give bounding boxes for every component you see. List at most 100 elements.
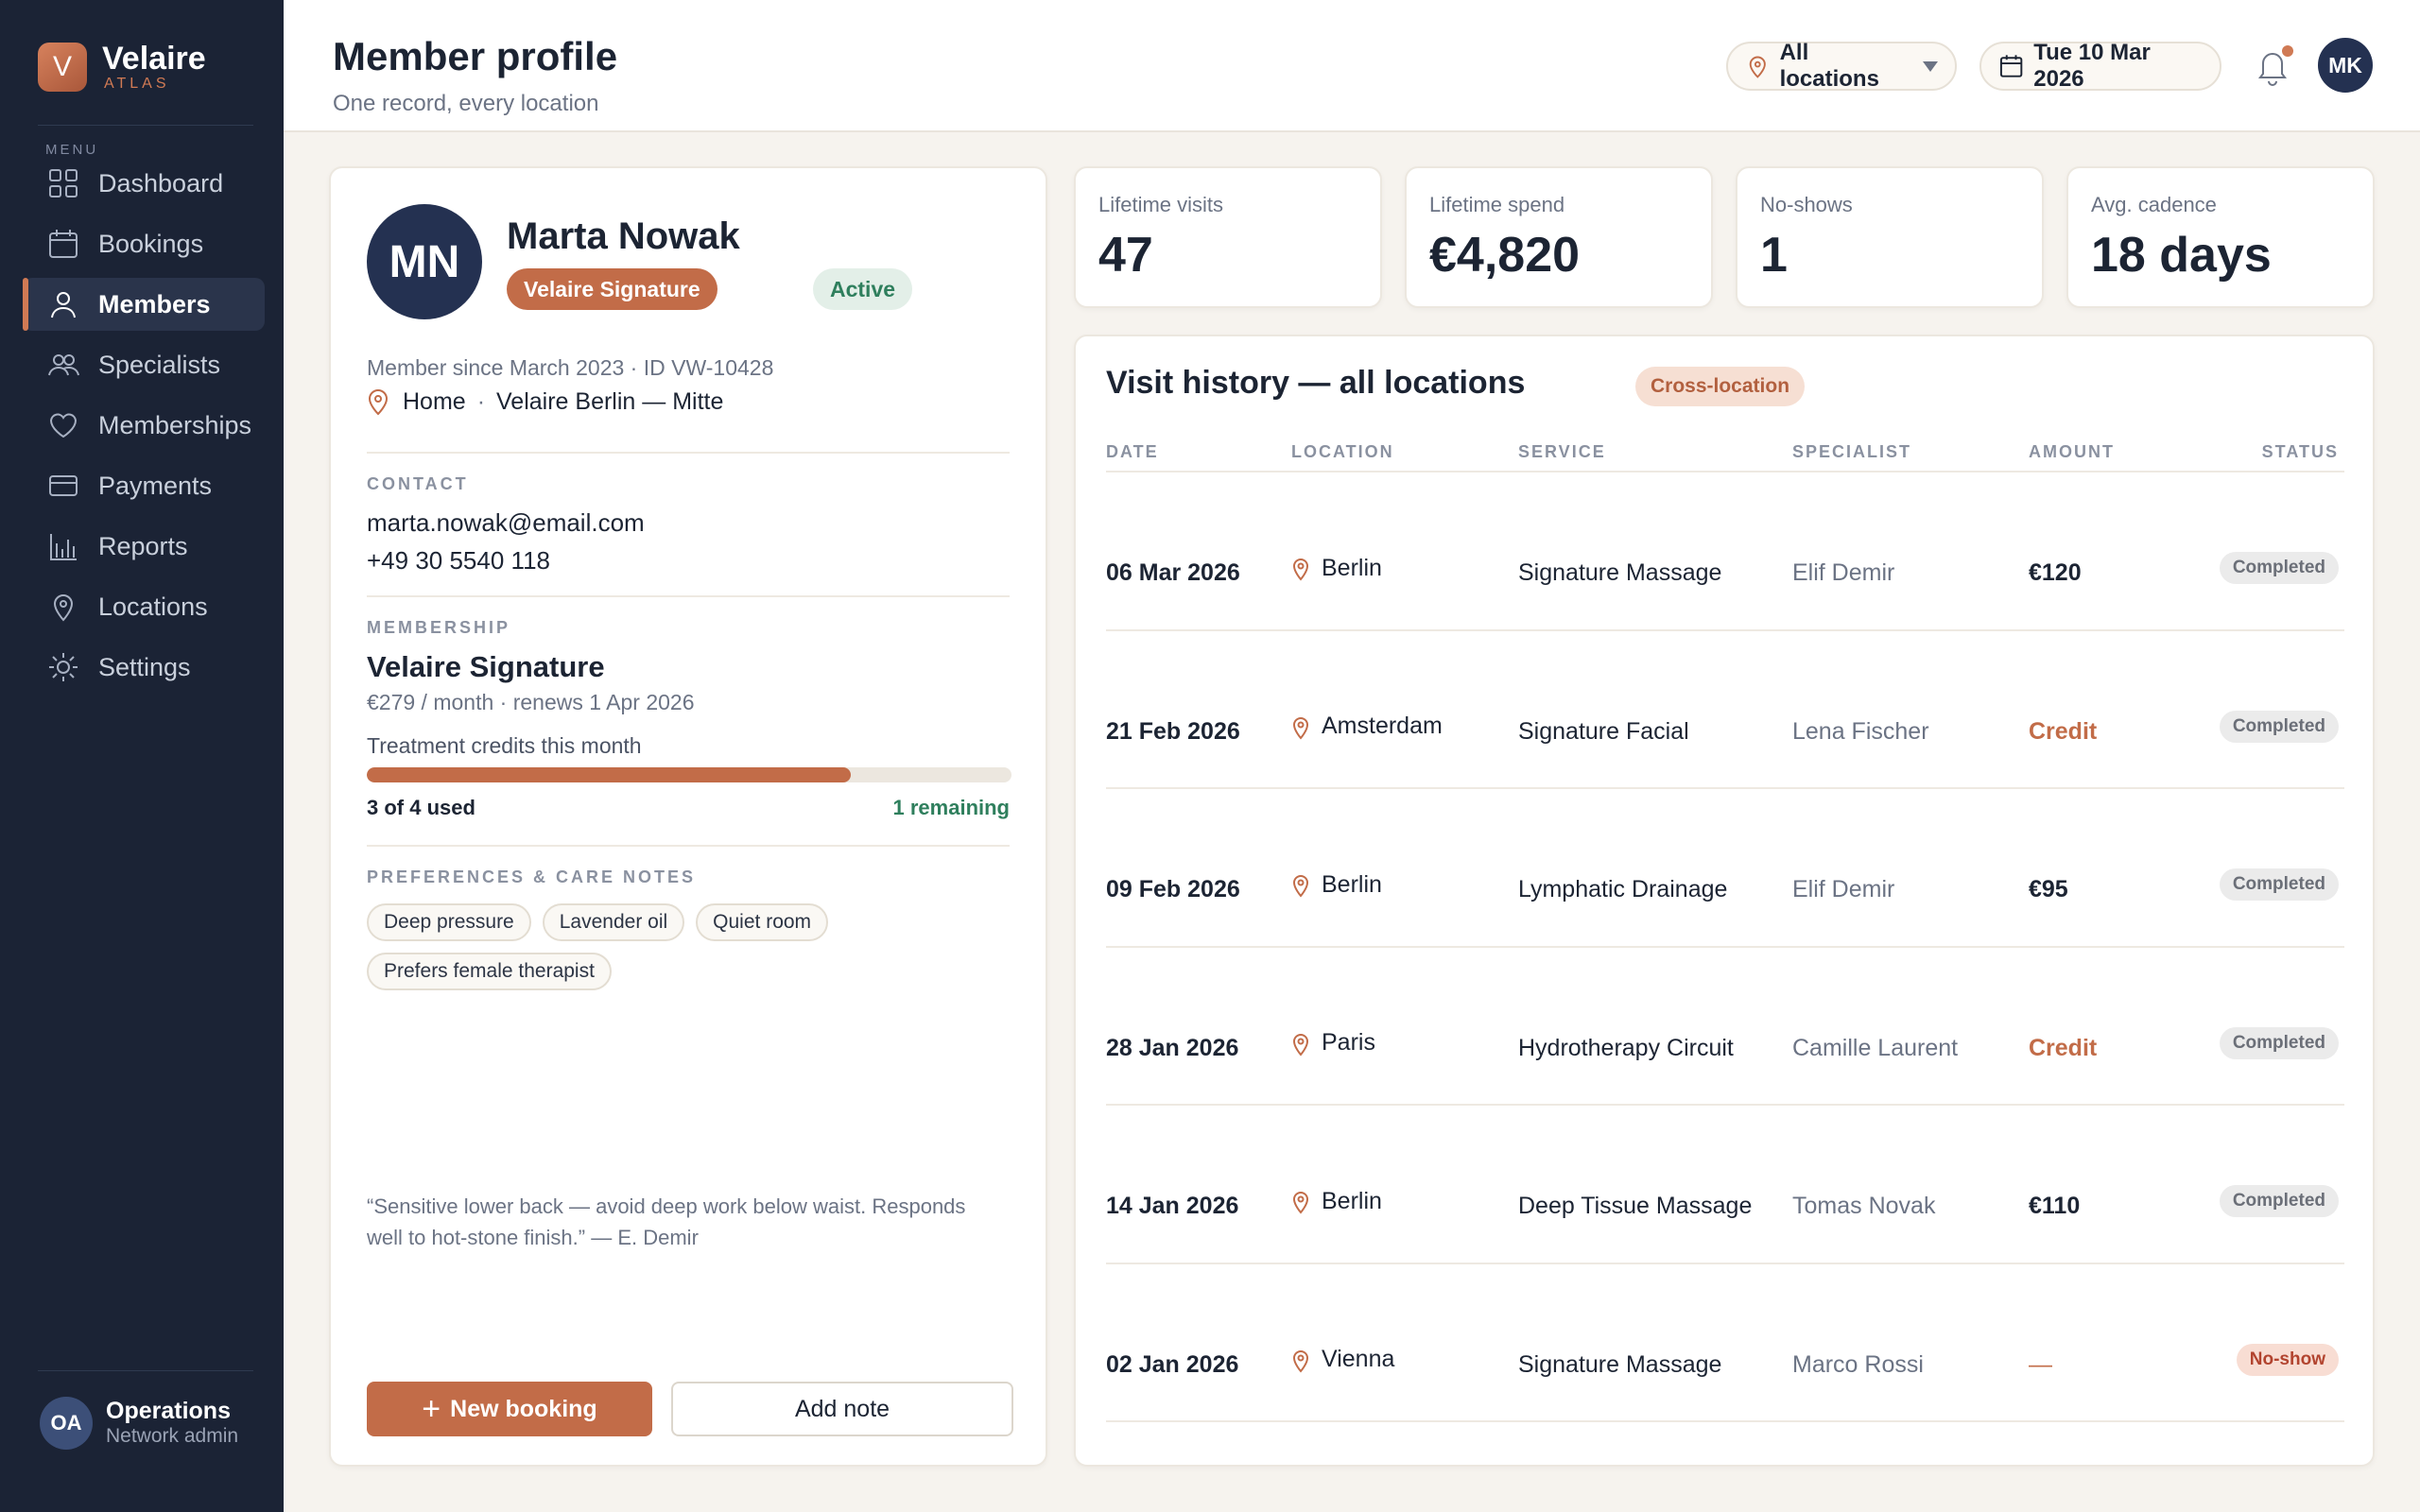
pin-icon [1292, 716, 1309, 740]
calendar-icon [1999, 55, 2023, 77]
visit-location: Berlin [1291, 1187, 1382, 1215]
status-badge: No-show [2236, 1343, 2339, 1376]
brand-name: Velaire [102, 41, 206, 77]
notifications-button[interactable] [2250, 43, 2295, 89]
table-row[interactable]: 09 Feb 2026 Berlin Lymphatic Drainage Elif … [1106, 789, 2344, 948]
sidebar-item-payments[interactable]: Payments [23, 459, 265, 512]
table-row[interactable]: 21 Feb 2026 Amsterdam Signature Facial Lena… [1106, 631, 2344, 789]
member-avatar: MN [367, 204, 482, 319]
member-name: Marta Nowak [507, 215, 740, 257]
gear-icon [49, 653, 78, 681]
stat-card-lifetime-visits: Lifetime visits 47 [1074, 166, 1382, 308]
sidebar-item-reports[interactable]: Reports [23, 520, 265, 573]
location-filter-value: All locations [1779, 40, 1879, 92]
new-booking-button[interactable]: + New booking [367, 1382, 652, 1436]
stat-label: Lifetime visits [1098, 193, 1224, 216]
sidebar-user-name: Operations [106, 1398, 231, 1424]
sidebar-item-specialists[interactable]: Specialists [23, 338, 265, 391]
visit-amount: — [2029, 1350, 2052, 1378]
heart-icon [49, 413, 78, 438]
visit-location-name: Amsterdam [1322, 713, 1443, 739]
menu-label: MENU [45, 142, 99, 158]
visit-specialist: Elif Demir [1792, 559, 1895, 586]
status-badge: Completed [2219, 1026, 2339, 1059]
column-header-service[interactable]: SERVICE [1518, 442, 1606, 462]
member-phone[interactable]: +49 30 5540 118 [367, 546, 550, 576]
sidebar-item-members[interactable]: Members [23, 278, 265, 331]
membership-label: MEMBERSHIP [367, 618, 511, 637]
chevron-down-icon [1923, 60, 1938, 72]
visit-location-name: Berlin [1322, 1187, 1382, 1214]
visit-location: Berlin [1291, 554, 1382, 582]
user-avatar-button[interactable]: MK [2318, 38, 2373, 93]
visit-location: Berlin [1291, 870, 1382, 899]
visit-location-name: Berlin [1322, 870, 1382, 898]
column-header-amount[interactable]: AMOUNT [2029, 442, 2115, 462]
visit-location-name: Berlin [1322, 554, 1382, 581]
notification-dot [2282, 45, 2293, 57]
visit-specialist: Camille Laurent [1792, 1034, 1959, 1061]
column-header-date[interactable]: DATE [1106, 442, 1159, 462]
sidebar-item-locations[interactable]: Locations [23, 580, 265, 633]
column-header-status[interactable]: STATUS [2262, 442, 2339, 462]
sidebar-item-memberships[interactable]: Memberships [23, 399, 265, 452]
brand-subtitle: ATLAS [104, 76, 170, 92]
column-header-location[interactable]: LOCATION [1291, 442, 1394, 462]
stat-card-no-shows: No-shows 1 [1736, 166, 2044, 308]
visit-specialist: Tomas Novak [1792, 1193, 1936, 1219]
table-row[interactable]: 14 Jan 2026 Berlin Deep Tissue Massage Toma… [1106, 1106, 2344, 1264]
plus-icon: + [422, 1391, 441, 1427]
sidebar-item-settings[interactable]: Settings [23, 641, 265, 694]
column-header-specialist[interactable]: SPECIALIST [1792, 442, 1911, 462]
visit-location-name: Paris [1322, 1029, 1375, 1056]
calendar-icon [49, 230, 78, 258]
table-row[interactable]: 06 Mar 2026 Berlin Signature Massage Elif D… [1106, 472, 2344, 631]
visit-specialist: Lena Fischer [1792, 717, 1929, 745]
sidebar-nav: Dashboard Bookings Members Specialists M… [23, 157, 265, 701]
member-meta: Member since March 2023 · ID VW-10428 [367, 355, 774, 380]
pin-icon [1292, 875, 1309, 898]
visit-specialist: Marco Rossi [1792, 1350, 1924, 1378]
credits-used: 3 of 4 used [367, 796, 475, 819]
stat-value: €4,820 [1429, 228, 1581, 283]
stat-label: Lifetime spend [1429, 193, 1565, 216]
sidebar-divider [38, 125, 253, 126]
stat-value: 18 days [2091, 228, 2272, 283]
preference-tag: Lavender oil [542, 903, 685, 941]
bar-chart-icon [50, 534, 77, 560]
visit-service: Signature Massage [1518, 559, 1722, 586]
visit-amount: Credit [2029, 717, 2098, 745]
visit-date: 09 Feb 2026 [1106, 876, 1240, 902]
sidebar-item-label: Bookings [98, 229, 204, 258]
visit-history-title: Visit history — all locations [1106, 365, 1526, 401]
date-value: Tue 10 Mar 2026 [2033, 40, 2151, 92]
pin-icon [368, 389, 389, 416]
home-location: Home · Velaire Berlin — Mitte [367, 387, 723, 416]
cross-location-badge: Cross-location [1635, 367, 1806, 406]
pin-icon [1292, 1033, 1309, 1057]
preference-tag: Prefers female therapist [367, 953, 612, 990]
visit-location-name: Vienna [1322, 1346, 1395, 1372]
brand[interactable]: V Velaire ATLAS [38, 42, 206, 93]
visit-service: Deep Tissue Massage [1518, 1193, 1753, 1219]
stat-label: No-shows [1760, 193, 1853, 216]
date-picker-button[interactable]: Tue 10 Mar 2026 [1979, 40, 2221, 92]
stat-value: 1 [1760, 228, 1788, 283]
avatar: OA [40, 1397, 93, 1450]
sidebar-user[interactable]: OA Operations Network admin [40, 1397, 238, 1450]
pin-icon [1749, 56, 1766, 78]
visit-history-rows: 06 Mar 2026 Berlin Signature Massage Elif D… [1106, 472, 2344, 1422]
table-row[interactable]: 02 Jan 2026 Vienna Signature Massage Marco … [1106, 1264, 2344, 1422]
care-note: “Sensitive lower back — avoid deep work … [367, 1194, 966, 1249]
add-note-button[interactable]: Add note [671, 1382, 1013, 1436]
location-filter-dropdown[interactable]: All locations [1726, 40, 1957, 92]
sidebar-item-dashboard[interactable]: Dashboard [23, 157, 265, 210]
divider [367, 452, 1010, 454]
visit-location: Vienna [1291, 1346, 1394, 1374]
table-row[interactable]: 28 Jan 2026 Paris Hydrotherapy Circuit Cami… [1106, 948, 2344, 1106]
page-title: Member profile [333, 34, 618, 78]
stat-value: 47 [1098, 228, 1153, 283]
member-email[interactable]: marta.nowak@email.com [367, 508, 645, 538]
sidebar-item-bookings[interactable]: Bookings [23, 217, 265, 270]
membership-tier-badge: Velaire Signature [507, 268, 717, 310]
